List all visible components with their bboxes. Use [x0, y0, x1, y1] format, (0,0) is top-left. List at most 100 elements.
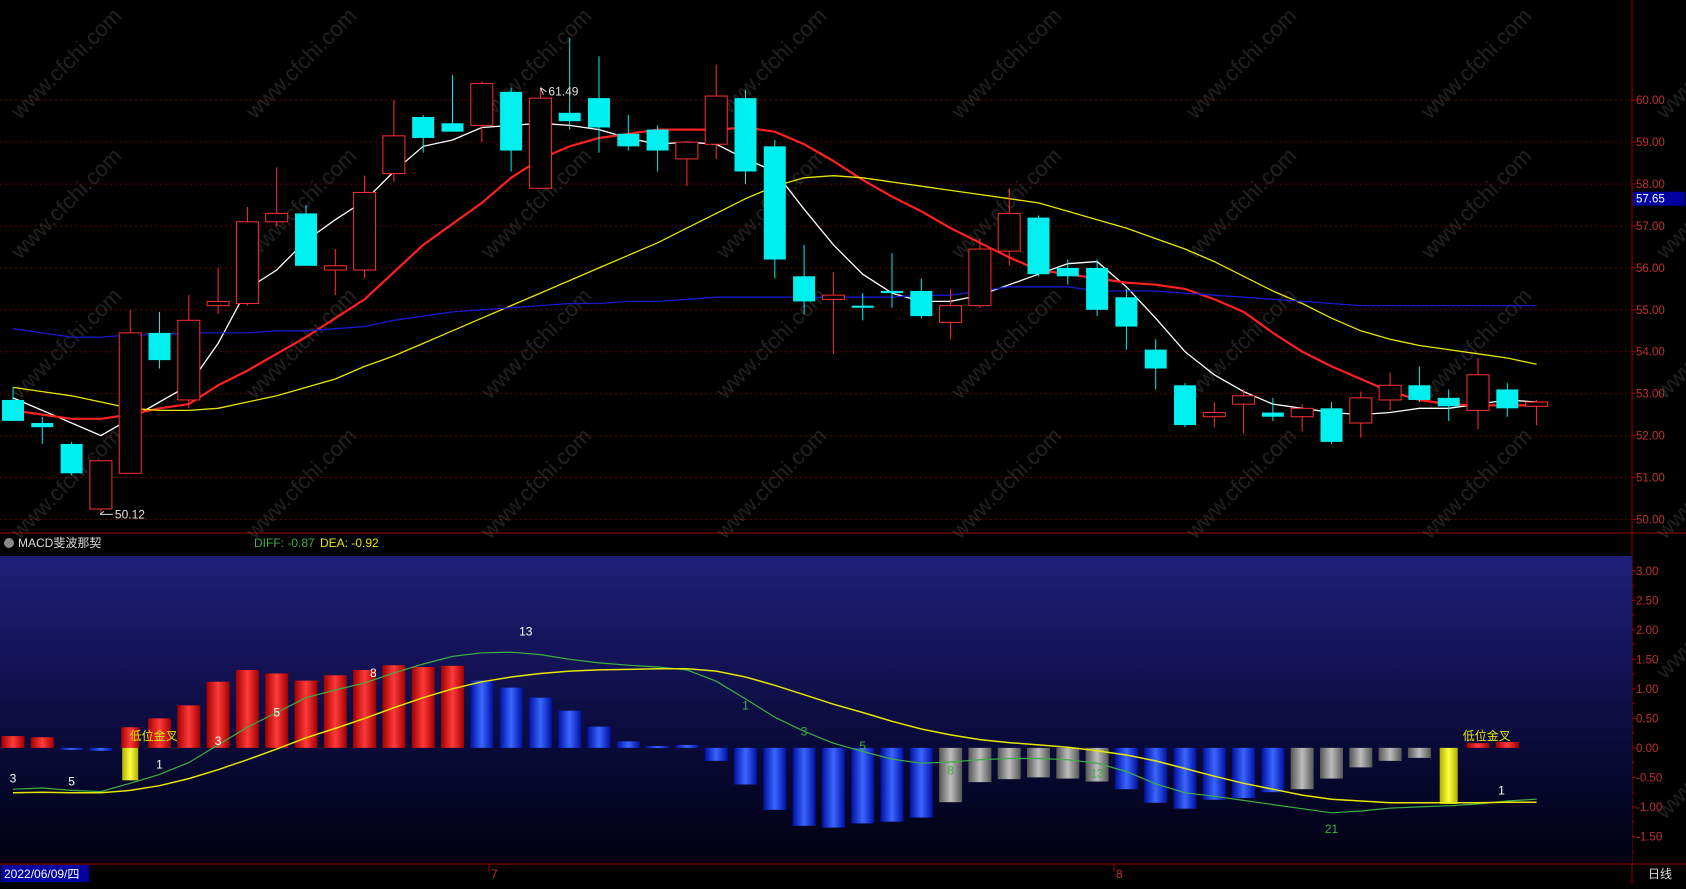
- candle: [704, 64, 728, 159]
- date-label: 2022/06/09/四: [4, 867, 79, 881]
- watermark-text: www.cfchi.com: [5, 283, 126, 404]
- high-marker: [539, 87, 547, 95]
- candle: [206, 267, 230, 315]
- candle: [500, 87, 523, 172]
- indicator-name: MACD斐波那契: [18, 536, 102, 550]
- candle-body: [734, 98, 757, 172]
- candle-body: [177, 319, 201, 401]
- indicator-selector[interactable]: MACD斐波那契: [4, 534, 101, 552]
- candle: [646, 125, 669, 172]
- macd-histogram-bar: [1, 736, 25, 748]
- candle-body: [704, 95, 728, 145]
- candle-body: [1115, 297, 1138, 327]
- price-tick-label: 55.00: [1636, 305, 1665, 317]
- fibonacci-label: 1: [1498, 783, 1505, 797]
- macd-histogram-bar: [499, 687, 523, 748]
- candle-body: [1349, 397, 1373, 424]
- candle-body: [1437, 397, 1460, 407]
- candle: [734, 89, 757, 185]
- fibonacci-label: 低位金叉: [1463, 728, 1511, 743]
- candle-body: [1056, 267, 1079, 277]
- fibonacci-label: 21: [1325, 822, 1339, 836]
- dea-label: DEA:: [320, 536, 349, 550]
- watermark-text: www.cfchi.com: [1415, 3, 1536, 124]
- candle-body: [646, 129, 669, 151]
- price-tick-label: 58.00: [1636, 179, 1665, 191]
- macd-histogram-bar: [1027, 747, 1050, 778]
- candle-body: [1466, 374, 1490, 411]
- watermark-text: www.cfchi.com: [475, 423, 596, 544]
- candle-body: [1261, 412, 1284, 417]
- macd-tick-label: 2.50: [1636, 595, 1658, 607]
- candle: [675, 141, 699, 187]
- macd-tick-label: 0.50: [1636, 713, 1658, 725]
- candle-body: [500, 91, 523, 151]
- macd-histogram-bar: [441, 665, 464, 748]
- candle-body: [441, 123, 464, 132]
- macd-histogram-bar: [1232, 747, 1256, 799]
- candle-body: [910, 290, 933, 317]
- candle: [118, 309, 142, 474]
- candle: [968, 238, 992, 308]
- fibonacci-label: 5: [68, 775, 75, 789]
- gold-cross-bar: [122, 747, 139, 781]
- watermark-text: www.cfchi.com: [1650, 3, 1686, 124]
- macd-histogram-bar: [1261, 747, 1285, 793]
- candle-body: [763, 146, 786, 260]
- month-label: 8: [1116, 867, 1123, 881]
- watermark-text: www.cfchi.com: [710, 3, 831, 124]
- dea-value: -0.92: [351, 536, 379, 550]
- macd-histogram-bar: [968, 747, 992, 783]
- candle: [1174, 383, 1196, 428]
- macd-histogram-bar: [235, 669, 259, 748]
- macd-histogram-bar: [792, 747, 816, 826]
- candle-body: [1496, 389, 1519, 409]
- fibonacci-label: 低位金叉: [130, 728, 178, 743]
- watermark-text: www.cfchi.com: [1415, 143, 1536, 264]
- price-tick-label: 51.00: [1636, 473, 1665, 485]
- candle-body: [382, 135, 406, 175]
- candle: [89, 460, 113, 515]
- macd-histogram-bar: [1320, 747, 1343, 779]
- macd-histogram-bar: [411, 666, 435, 748]
- macd-histogram-bar: [851, 747, 875, 824]
- dropdown-icon[interactable]: [4, 538, 14, 548]
- diff-readout: DIFF: -0.87: [254, 534, 315, 552]
- fibonacci-label: 3: [215, 734, 222, 748]
- macd-tick-label: -1.00: [1636, 802, 1662, 814]
- candle-body: [1202, 412, 1226, 418]
- macd-tick-label: 3.00: [1636, 566, 1658, 578]
- macd-histogram-bar: [1144, 747, 1168, 803]
- price-tick-label: 54.00: [1636, 347, 1665, 359]
- candle: [353, 175, 377, 279]
- candle: [148, 311, 171, 369]
- macd-histogram-bar: [30, 737, 54, 748]
- candle: [1027, 215, 1050, 277]
- macd-histogram-bar: [1378, 747, 1402, 761]
- macd-histogram-bar: [470, 680, 494, 748]
- macd-histogram-bar: [382, 665, 406, 748]
- candle: [1496, 383, 1519, 417]
- low-marker: [99, 510, 113, 515]
- candle: [1525, 399, 1549, 426]
- candle: [295, 205, 317, 266]
- candle-body: [295, 213, 317, 266]
- candle: [528, 87, 552, 189]
- candle-body: [353, 191, 377, 271]
- candle: [588, 56, 610, 153]
- macd-histogram-bar: [821, 747, 845, 828]
- price-tick-label: 52.00: [1636, 431, 1665, 443]
- fibonacci-label: 8: [370, 666, 377, 680]
- fibonacci-label: 5: [273, 705, 280, 719]
- watermark-text: www.cfchi.com: [5, 3, 126, 124]
- chart-window: 60.00 59.00 58.00 57.00 56.00 55.00 54.00 53.00…: [0, 0, 1686, 884]
- macd-histogram-bar: [646, 746, 670, 749]
- macd-histogram-bar: [1056, 747, 1080, 779]
- candle: [1466, 358, 1490, 430]
- fibonacci-label: 3: [801, 724, 808, 738]
- watermark-text: www.cfchi.com: [1180, 143, 1301, 264]
- watermark-text: www.cfchi.com: [1415, 423, 1536, 544]
- watermark-text: www.cfchi.com: [240, 3, 361, 124]
- macd-histogram-bar: [675, 744, 699, 748]
- stock-chart[interactable]: 60.0059.0058.0057.0056.0055.0054.0053.00…: [0, 0, 1686, 884]
